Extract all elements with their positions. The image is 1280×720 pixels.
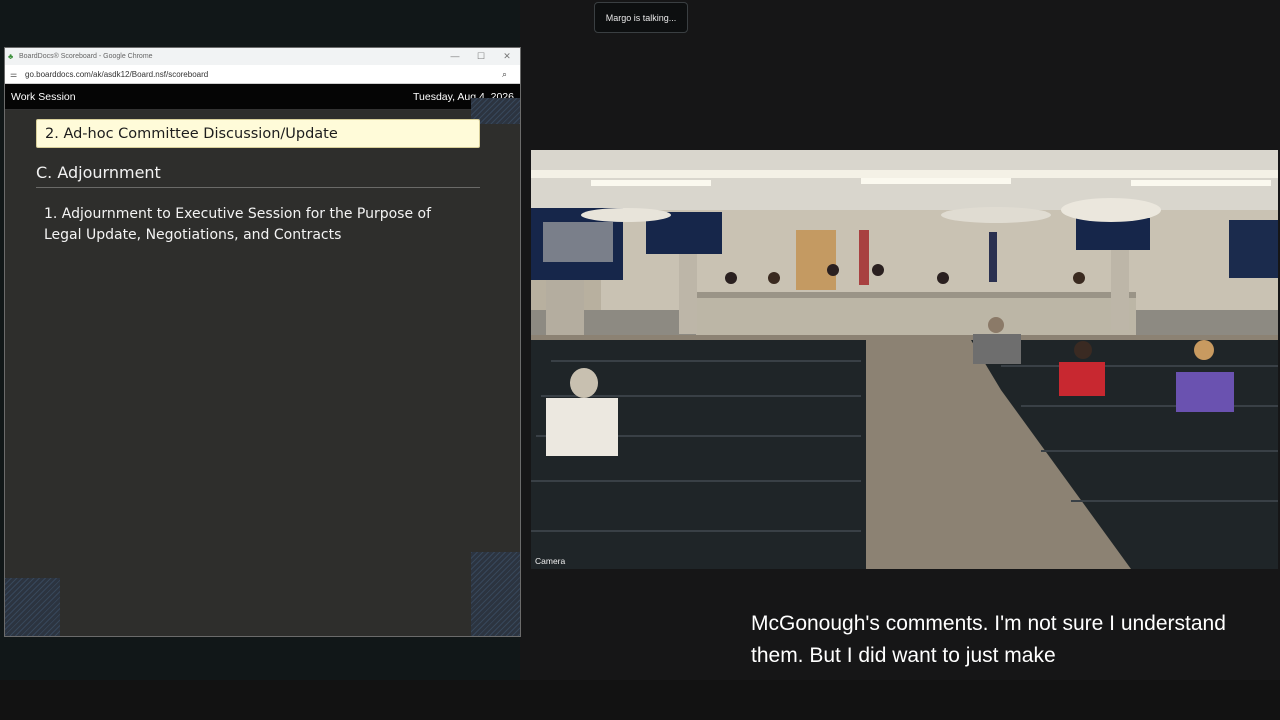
boarddocs-header: Work Session Tuesday, Aug 4, 2026 bbox=[5, 84, 520, 110]
hatch-decoration bbox=[471, 552, 520, 636]
meeting-room-image bbox=[531, 150, 1278, 569]
zoom-icon[interactable]: ⌕ bbox=[502, 69, 514, 80]
url-text[interactable]: go.boarddocs.com/ak/asdk12/Board.nsf/sco… bbox=[25, 70, 502, 79]
address-bar[interactable]: ⚌ go.boarddocs.com/ak/asdk12/Board.nsf/s… bbox=[5, 65, 520, 84]
camera-feed bbox=[531, 150, 1278, 569]
bottom-band bbox=[0, 680, 1280, 720]
live-caption: McGonough's comments. I'm not sure I und… bbox=[751, 612, 1226, 667]
talking-indicator: Margo is talking... bbox=[594, 2, 688, 33]
window-controls: — ☐ ✕ bbox=[442, 51, 520, 62]
hatch-decoration bbox=[5, 578, 60, 636]
site-settings-icon[interactable]: ⚌ bbox=[10, 70, 20, 79]
window-title: BoardDocs® Scoreboard - Google Chrome bbox=[19, 53, 153, 60]
agenda-item-active[interactable]: 2. Ad-hoc Committee Discussion/Update bbox=[36, 119, 480, 148]
tree-icon: ♣ bbox=[8, 51, 14, 61]
browser-window: ♣ BoardDocs® Scoreboard - Google Chrome … bbox=[4, 47, 521, 637]
minimize-icon[interactable]: — bbox=[442, 51, 468, 62]
agenda-content: 2. Ad-hoc Committee Discussion/Update C.… bbox=[5, 98, 520, 636]
agenda-section-title[interactable]: C. Adjournment bbox=[36, 160, 480, 188]
meeting-type: Work Session bbox=[11, 90, 76, 103]
browser-titlebar: ♣ BoardDocs® Scoreboard - Google Chrome … bbox=[5, 48, 520, 65]
agenda-item[interactable]: 1. Adjournment to Executive Session for … bbox=[44, 204, 464, 246]
camera-label: Camera bbox=[535, 556, 566, 566]
maximize-icon[interactable]: ☐ bbox=[468, 51, 494, 62]
close-icon[interactable]: ✕ bbox=[494, 51, 520, 62]
